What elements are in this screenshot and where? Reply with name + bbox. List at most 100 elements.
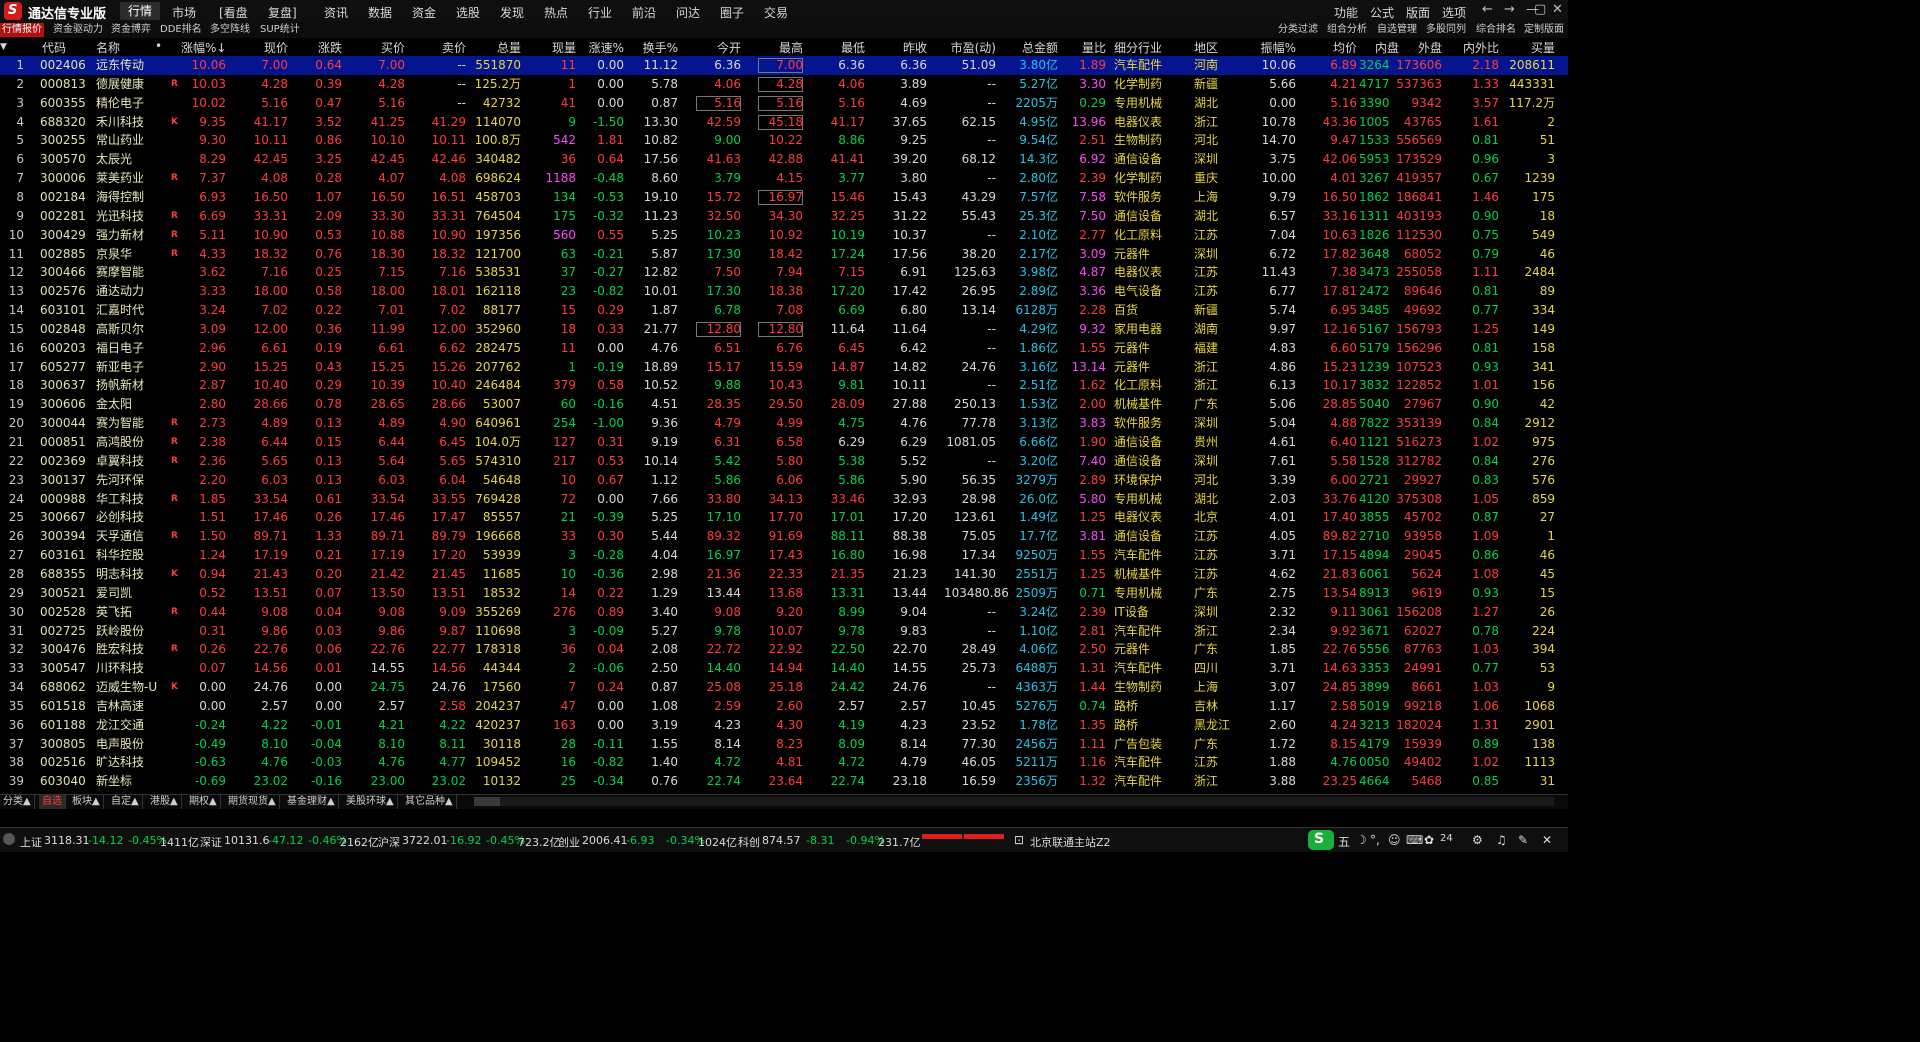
tab-quote-list[interactable]: 行情报价	[0, 23, 44, 37]
table-row[interactable]: 26 300394 天孚通信 R 1.50 89.71 1.33 89.71 89.79 1966…	[0, 527, 1568, 546]
index-label[interactable]: 深证	[200, 834, 222, 850]
menu-options[interactable]: 选项	[1442, 4, 1466, 21]
table-row[interactable]: 9 002281 光迅科技 R 6.69 33.31 2.09 33.30 33.31 76450…	[0, 207, 1568, 226]
table-row[interactable]: 35 601518 吉林高速 0.00 2.57 0.00 2.57 2.58 204237 47…	[0, 697, 1568, 716]
tab-fund-game[interactable]: 资金博弈	[109, 23, 153, 37]
header-amount[interactable]: 总金额	[1004, 39, 1058, 56]
close-icon[interactable]: ✕	[1552, 2, 1563, 17]
menu-functions[interactable]: 功能	[1334, 4, 1358, 21]
menu-news[interactable]: 资讯	[324, 4, 348, 21]
settings-icon[interactable]: ⚙	[1472, 833, 1483, 847]
bottom-tab-options[interactable]: 期权▲	[186, 795, 221, 809]
speaker-icon[interactable]: ♫	[1496, 833, 1507, 847]
header-prev-close[interactable]: 昨收	[882, 39, 927, 56]
header-price[interactable]: 现价	[243, 39, 288, 56]
portfolio-analysis-button[interactable]: 组合分析	[1327, 23, 1367, 37]
table-row[interactable]: 30 002528 英飞拓 R 0.44 9.08 0.04 9.08 9.09 355269 27…	[0, 603, 1568, 622]
category-filter-button[interactable]: 分类过滤	[1278, 23, 1318, 37]
menu-market[interactable]: 市场	[172, 4, 196, 21]
table-row[interactable]: 36 601188 龙江交通 -0.24 4.22 -0.01 4.21 4.22 420237…	[0, 716, 1568, 735]
keyboard-icon[interactable]: ⌨	[1406, 833, 1423, 847]
header-average[interactable]: 均价	[1312, 39, 1357, 56]
header-change-percent[interactable]: 涨幅%↓	[181, 39, 226, 56]
table-row[interactable]: 1 002406 远东传动 10.06 7.00 0.64 7.00 -- 551870 11 0.…	[0, 56, 1568, 75]
table-row[interactable]: 33 300547 川环科技 0.07 14.56 0.01 14.55 14.56 44344…	[0, 659, 1568, 678]
bottom-tab-watchlist[interactable]: 自选	[39, 795, 66, 809]
table-row[interactable]: 18 300637 扬帆新材 2.87 10.40 0.29 10.39 10.40 24648…	[0, 376, 1568, 395]
table-row[interactable]: 15 002848 高斯贝尔 3.09 12.00 0.36 11.99 12.00 35296…	[0, 320, 1568, 339]
bottom-tab-others[interactable]: 其它品种▲	[402, 795, 457, 809]
index-label[interactable]: 沪深	[378, 834, 400, 850]
menu-industry[interactable]: 行业	[588, 4, 612, 21]
table-row[interactable]: 13 002576 通达动力 3.33 18.00 0.58 18.00 18.01 16211…	[0, 282, 1568, 301]
table-row[interactable]: 34 688062 迈威生物-U K 0.00 24.76 0.00 24.75 24.76 17…	[0, 678, 1568, 697]
header-bid[interactable]: 买价	[360, 39, 405, 56]
connection-icon[interactable]: ⊡	[1014, 833, 1024, 847]
server-name[interactable]: 北京联通主站Z2	[1030, 834, 1111, 850]
header-industry[interactable]: 细分行业	[1114, 39, 1184, 56]
table-row[interactable]: 7 300006 莱美药业 R 7.37 4.08 0.28 4.07 4.08 698624 11…	[0, 169, 1568, 188]
table-row[interactable]: 14 603101 汇嘉时代 3.24 7.02 0.22 7.01 7.02 88177 15 0…	[0, 301, 1568, 320]
header-dropdown-icon[interactable]: ▼	[0, 42, 14, 52]
menu-screener[interactable]: 选股	[456, 4, 480, 21]
table-row[interactable]: 25 300667 必创科技 1.51 17.46 0.26 17.46 17.47 85557…	[0, 508, 1568, 527]
menu-layout[interactable]: 版面	[1406, 4, 1430, 21]
table-row[interactable]: 6 300570 太辰光 8.29 42.45 3.25 42.45 42.46 340482 3…	[0, 150, 1568, 169]
ime-logo-icon[interactable]: S	[1308, 830, 1334, 850]
watchlist-manage-button[interactable]: 自选管理	[1377, 23, 1417, 37]
index-label[interactable]: 上证	[20, 834, 42, 850]
index-label[interactable]: 科创	[738, 834, 760, 850]
close-panel-icon[interactable]: ✕	[1542, 833, 1552, 847]
table-row[interactable]: 4 688320 禾川科技 K 9.35 41.17 3.52 41.25 41.29 11407…	[0, 113, 1568, 132]
tab-sup-stats[interactable]: SUP统计	[258, 23, 302, 37]
menu-replay[interactable]: 复盘]	[268, 4, 297, 21]
maximize-icon[interactable]: ▢	[1534, 2, 1546, 17]
menu-circle[interactable]: 圈子	[720, 4, 744, 21]
header-volume[interactable]: 总量	[470, 39, 521, 56]
menu-quote[interactable]: 行情	[120, 2, 161, 20]
bottom-tab-futures[interactable]: 期货现货▲	[225, 795, 280, 809]
header-ask[interactable]: 卖价	[420, 39, 466, 56]
tab-long-short[interactable]: 多空阵线	[208, 23, 252, 37]
header-turnover[interactable]: 换手%	[636, 39, 678, 56]
market-status-icon[interactable]	[3, 833, 15, 845]
punctuation-icon[interactable]: °,	[1370, 833, 1380, 847]
menu-hot[interactable]: 热点	[544, 4, 568, 21]
table-row[interactable]: 5 300255 常山药业 9.30 10.11 0.86 10.10 10.11 100.8万…	[0, 131, 1568, 150]
bottom-tab-category[interactable]: 分类▲	[0, 795, 35, 809]
table-row[interactable]: 29 300521 爱司凯 0.52 13.51 0.07 13.50 13.51 18532 1…	[0, 584, 1568, 603]
bottom-tab-custom[interactable]: 自定▲	[108, 795, 143, 809]
ime-mode[interactable]: 五	[1338, 833, 1350, 850]
table-row[interactable]: 11 002885 京泉华 R 4.33 18.32 0.76 18.30 18.32 12170…	[0, 245, 1568, 264]
menu-funds[interactable]: 资金	[412, 4, 436, 21]
header-open[interactable]: 今开	[696, 39, 741, 56]
table-row[interactable]: 32 300476 胜宏科技 R 0.26 22.76 0.06 22.76 22.77 1783…	[0, 640, 1568, 659]
header-ratio[interactable]: 内外比	[1456, 39, 1499, 56]
header-current-volume[interactable]: 现量	[535, 39, 576, 56]
table-row[interactable]: 3 600355 精伦电子 10.02 5.16 0.47 5.16 -- 42732 41 0.0…	[0, 94, 1568, 113]
index-label[interactable]: 创业	[558, 834, 580, 850]
menu-trade[interactable]: 交易	[764, 4, 788, 21]
bottom-tab-funds[interactable]: 基金理财▲	[284, 795, 339, 809]
tab-fund-driver[interactable]: 资金驱动力	[51, 23, 105, 37]
table-row[interactable]: 12 300466 赛摩智能 3.62 7.16 0.25 7.15 7.16 538531 37…	[0, 263, 1568, 282]
table-row[interactable]: 31 002725 跃岭股份 0.31 9.86 0.03 9.86 9.87 110698 3 -…	[0, 622, 1568, 641]
table-row[interactable]: 10 300429 强力新材 R 5.11 10.90 0.53 10.88 10.90 1973…	[0, 226, 1568, 245]
bottom-tab-us-global[interactable]: 美股环球▲	[343, 795, 398, 809]
menu-formula[interactable]: 公式	[1370, 4, 1394, 21]
scrollbar-thumb[interactable]	[474, 797, 500, 806]
table-row[interactable]: 23 300137 先河环保 2.20 6.03 0.13 6.03 6.04 54648 10 0…	[0, 471, 1568, 490]
table-row[interactable]: 28 688355 明志科技 K 0.94 21.43 0.20 21.42 21.45 1168…	[0, 565, 1568, 584]
table-row[interactable]: 39 603040 新坐标 -0.69 23.02 -0.16 23.00 23.02 1013…	[0, 772, 1568, 791]
header-bid-volume[interactable]: 买量	[1505, 39, 1555, 56]
menu-data[interactable]: 数据	[368, 4, 392, 21]
header-code[interactable]: 代码	[42, 39, 72, 56]
header-pe[interactable]: 市盈(动)	[936, 39, 996, 56]
table-row[interactable]: 21 000851 高鸿股份 R 2.38 6.44 0.15 6.44 6.45 104.0万 1…	[0, 433, 1568, 452]
forward-icon[interactable]: →	[1504, 2, 1515, 17]
menu-watch[interactable]: [看盘	[219, 4, 248, 21]
table-row[interactable]: 24 000988 华工科技 R 1.85 33.54 0.61 33.54 33.55 7694…	[0, 490, 1568, 509]
table-row[interactable]: 22 002369 卓翼科技 R 2.36 5.65 0.13 5.64 5.65 574310 2…	[0, 452, 1568, 471]
table-row[interactable]: 8 002184 海得控制 6.93 16.50 1.07 16.50 16.51 458703…	[0, 188, 1568, 207]
header-outer[interactable]: 外盘	[1396, 39, 1442, 56]
